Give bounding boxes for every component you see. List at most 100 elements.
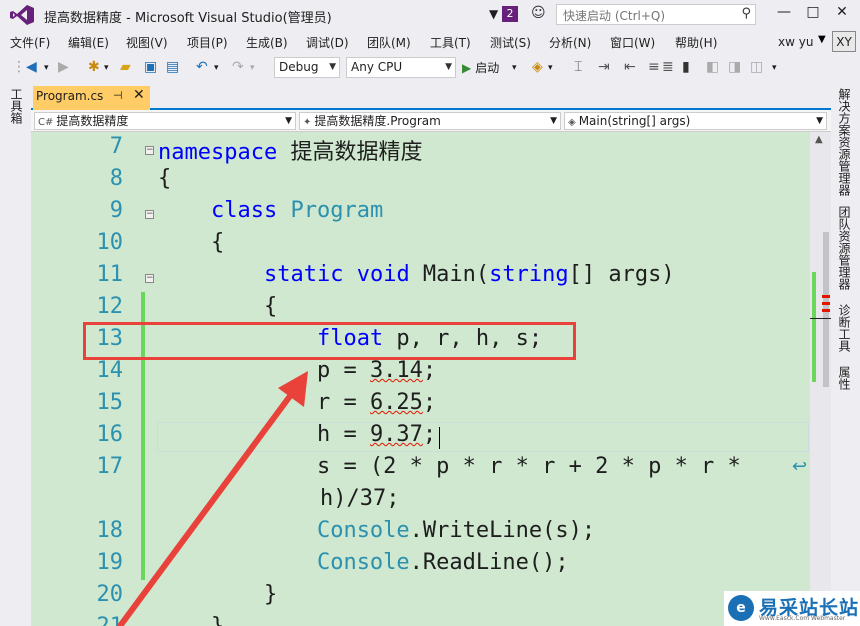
quick-launch-input[interactable] (561, 6, 735, 26)
code-line-17-wrapped: h)/37; (320, 486, 400, 511)
start-dropdown-icon[interactable]: ▾ (512, 63, 517, 73)
close-tab-icon[interactable]: ✕ (133, 87, 145, 103)
navigate-back-icon[interactable]: ◀ (26, 59, 37, 75)
save-all-icon[interactable]: ▤ (166, 59, 179, 75)
toolbar-overflow-icon[interactable]: ▾ (772, 63, 777, 73)
notification-filter-icon[interactable]: ▼ (489, 7, 498, 21)
user-name[interactable]: xw yu (778, 35, 813, 49)
outdent-icon[interactable]: ⇤ (624, 59, 636, 75)
redo-icon[interactable]: ↷ (232, 59, 244, 75)
start-debug-button[interactable]: ▶ 启动 (462, 59, 499, 76)
csharp-project-icon: C# (38, 117, 54, 128)
search-icon[interactable]: ⚲ (741, 6, 751, 21)
properties-tab[interactable]: 属性 (836, 366, 853, 390)
class-dropdown[interactable]: ✦ 提高数据精度.Program ▼ (299, 112, 561, 130)
platform-select[interactable]: Any CPU ▼ (346, 57, 456, 78)
collapse-class-icon[interactable]: − (145, 210, 154, 219)
project-dropdown[interactable]: C# 提高数据精度 ▼ (34, 112, 296, 130)
solution-explorer-tab[interactable]: 解决方案资源管理器 (836, 88, 853, 196)
comment-icon[interactable]: ≡ (648, 59, 660, 75)
code-editor[interactable]: 7 8 9 10 11 12 13 14 15 16 17 18 19 20 2… (31, 132, 810, 626)
code-line-19: Console.ReadLine(); (316, 550, 569, 575)
line-number: 14 (96, 358, 124, 383)
undo-icon[interactable]: ↶ (196, 59, 208, 75)
menu-build[interactable]: 生成(B) (246, 34, 288, 51)
collapse-namespace-icon[interactable]: − (145, 146, 154, 155)
left-dock-strip: 工具箱 (0, 82, 31, 626)
close-window-button[interactable]: ✕ (828, 4, 856, 20)
diagnostic-tools-tab[interactable]: 诊断工具 (836, 304, 853, 352)
line-number: 16 (96, 422, 124, 447)
code-line-15: r = 6.25; (316, 390, 437, 415)
highlight-annotation-box (83, 322, 576, 360)
collapse-method-icon[interactable]: − (145, 274, 154, 283)
scrollbar-caret-marker (810, 318, 831, 319)
clear-bookmarks-icon[interactable]: ◫ (750, 59, 763, 75)
menu-tools[interactable]: 工具(T) (430, 34, 471, 51)
feedback-icon[interactable]: ☺ (531, 5, 546, 21)
quick-launch-box[interactable]: ⚲ (556, 4, 756, 26)
indent-icon[interactable]: ⇥ (598, 59, 610, 75)
code-line-9: class Program (210, 198, 384, 223)
tab-program-cs[interactable]: Program.cs ⊣ ✕ (33, 86, 150, 110)
code-line-20: } (263, 582, 278, 607)
toggle-breakpoint-icon[interactable]: ⌶ (574, 59, 582, 75)
vertical-scrollbar[interactable]: ▲ (810, 132, 831, 626)
menu-analyze[interactable]: 分析(N) (549, 34, 591, 51)
menu-project[interactable]: 项目(P) (187, 34, 228, 51)
new-project-dropdown-icon[interactable]: ▾ (104, 63, 109, 73)
code-line-8: { (158, 166, 172, 191)
chevron-down-icon: ▼ (445, 62, 452, 72)
new-project-icon[interactable]: ✱ (88, 59, 100, 75)
word-wrap-glyph-icon: ↩ (792, 456, 808, 477)
redo-dropdown-icon[interactable]: ▾ (250, 63, 255, 73)
next-bookmark-icon[interactable]: ◨ (728, 59, 741, 75)
solution-config-value: Debug (279, 60, 319, 74)
save-icon[interactable]: ▣ (144, 59, 157, 75)
code-line-7: namespace 提高数据精度 (158, 140, 423, 165)
pin-icon[interactable]: ⊣ (113, 89, 123, 102)
notification-badge[interactable]: 2 (502, 6, 518, 22)
line-number: 19 (96, 550, 124, 575)
avatar[interactable]: XY (832, 31, 856, 52)
menu-debug[interactable]: 调试(D) (306, 34, 349, 51)
member-dropdown[interactable]: ◈ Main(string[] args) ▼ (564, 112, 827, 130)
menu-help[interactable]: 帮助(H) (675, 34, 717, 51)
menu-team[interactable]: 团队(M) (367, 34, 411, 51)
toolbox-tab[interactable]: 工具箱 (8, 88, 25, 124)
right-dock-strip: 解决方案资源管理器 团队资源管理器 诊断工具 属性 (831, 82, 860, 626)
uncomment-icon[interactable]: ≣ (662, 59, 674, 75)
title-bar: 提高数据精度 - Microsoft Visual Studio(管理员) ▼ … (0, 0, 860, 30)
bookmark-icon[interactable]: ▮ (682, 59, 690, 75)
platform-value: Any CPU (351, 60, 403, 74)
team-explorer-tab[interactable]: 团队资源管理器 (836, 206, 853, 290)
menu-file[interactable]: 文件(F) (10, 34, 50, 51)
line-number: 18 (96, 518, 124, 543)
navigation-bar: C# 提高数据精度 ▼ ✦ 提高数据精度.Program ▼ ◈ Main(strin… (31, 110, 831, 132)
browser-link-icon[interactable]: ◈ (532, 59, 543, 75)
browser-link-dropdown-icon[interactable]: ▾ (548, 63, 553, 73)
undo-dropdown-icon[interactable]: ▾ (214, 63, 219, 73)
window-title: 提高数据精度 - Microsoft Visual Studio(管理员) (44, 11, 332, 26)
back-dropdown-icon[interactable]: ▾ (44, 63, 49, 73)
code-line-18: Console.WriteLine(s); (316, 518, 596, 543)
prev-bookmark-icon[interactable]: ◧ (706, 59, 719, 75)
line-number: 8 (109, 166, 123, 191)
text-cursor (439, 427, 440, 449)
code-line-12: { (263, 294, 278, 319)
toolbar-grip-icon: ⋮ (12, 59, 26, 75)
menu-edit[interactable]: 编辑(E) (68, 34, 109, 51)
menu-window[interactable]: 窗口(W) (610, 34, 655, 51)
user-dropdown-icon[interactable]: ▼ (818, 34, 826, 45)
menu-test[interactable]: 测试(S) (490, 34, 531, 51)
scroll-up-icon[interactable]: ▲ (815, 134, 823, 145)
line-number: 10 (96, 230, 124, 255)
solution-config-select[interactable]: Debug ▼ (274, 57, 340, 78)
open-file-icon[interactable]: ▰ (120, 59, 131, 75)
method-icon: ◈ (568, 117, 576, 128)
menu-view[interactable]: 视图(V) (126, 34, 168, 51)
watermark: e 易采站长站 Www.Easck.Com Webmaster (724, 591, 860, 626)
minimize-button[interactable]: — (770, 4, 798, 20)
navigate-forward-icon[interactable]: ▶ (58, 59, 69, 75)
maximize-button[interactable]: □ (799, 4, 827, 20)
